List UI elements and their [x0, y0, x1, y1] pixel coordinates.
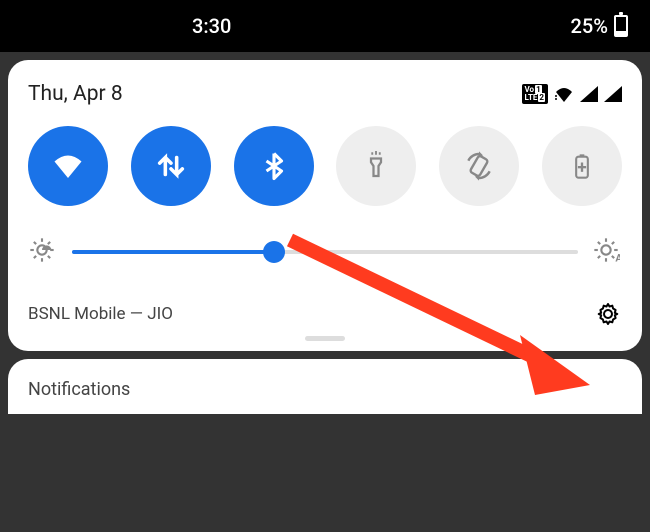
battery-icon	[614, 15, 628, 37]
auto-rotate-toggle[interactable]	[439, 126, 519, 206]
battery-saver-icon	[568, 152, 596, 180]
notifications-panel[interactable]: Notifications	[8, 359, 642, 414]
signal-icon-2	[604, 86, 622, 102]
bluetooth-icon	[259, 151, 289, 181]
wifi-toggle[interactable]	[28, 126, 108, 206]
flashlight-toggle[interactable]	[336, 126, 416, 206]
status-time: 3:30	[192, 14, 231, 38]
svg-text:A: A	[615, 252, 620, 264]
battery-saver-toggle[interactable]	[542, 126, 622, 206]
status-right: 25%	[571, 14, 628, 38]
bluetooth-toggle[interactable]	[234, 126, 314, 206]
carrier-row: BSNL Mobile — JIO	[28, 300, 622, 328]
status-bar: 3:30 25%	[0, 0, 650, 52]
wifi-icon	[50, 148, 86, 184]
quick-toggles-row	[28, 126, 622, 206]
signal-icon-1	[580, 86, 598, 102]
mobile-data-toggle[interactable]	[131, 126, 211, 206]
gear-icon	[596, 302, 620, 326]
brightness-slider[interactable]	[72, 236, 578, 268]
mobile-data-icon	[154, 149, 188, 183]
header-status-icons: Vo1 LTE2	[522, 84, 623, 104]
quick-settings-panel: Thu, Apr 8 Vo1 LTE2	[8, 60, 642, 351]
flashlight-icon	[361, 151, 391, 181]
brightness-row: A	[28, 236, 622, 268]
date-label[interactable]: Thu, Apr 8	[28, 82, 123, 106]
drag-handle[interactable]	[305, 336, 345, 341]
auto-brightness-icon[interactable]: A	[592, 236, 622, 268]
auto-rotate-icon	[463, 150, 495, 182]
panel-header: Thu, Apr 8 Vo1 LTE2	[28, 82, 622, 106]
brightness-low-icon	[28, 236, 58, 268]
battery-pct: 25%	[571, 14, 608, 38]
wifi-status-icon	[554, 86, 574, 102]
volte-badge: Vo1 LTE2	[522, 84, 549, 104]
settings-button[interactable]	[594, 300, 622, 328]
carrier-label: BSNL Mobile — JIO	[28, 304, 173, 324]
notifications-title: Notifications	[28, 379, 130, 400]
